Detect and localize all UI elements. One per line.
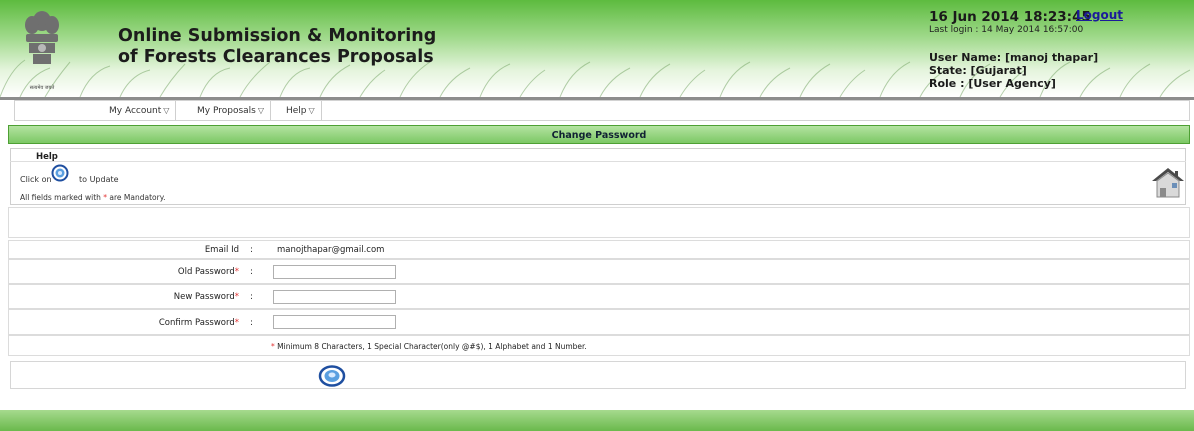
new-password-label: New Password* [173,292,239,302]
app-title-line1: Online Submission & Monitoring [118,26,437,46]
help-mandatory-note: All fields marked with * are Mandatory. [20,193,165,202]
colon: : [250,318,253,328]
menu-help-label: Help [286,106,307,116]
update-icon[interactable] [318,365,346,387]
chevron-down-icon: ▽ [308,106,315,115]
required-star: * [234,292,239,302]
menu-bar: My Account ▽ My Proposals ▽ Help ▽ [14,100,1190,121]
password-rules-text: Minimum 8 Characters, 1 Special Characte… [277,342,587,351]
user-state: State: [Gujarat] [929,64,1027,77]
old-password-row: Old Password* : [8,259,1190,284]
chevron-down-icon: ▽ [257,106,264,115]
confirm-password-row: Confirm Password* : [8,309,1190,335]
new-password-row: New Password* : [8,284,1190,309]
header: सत्यमेव जयते Online Submission & Monitor… [0,0,1194,97]
email-row: Email Id : manojthapar@gmail.com [8,240,1190,259]
spacer-row [8,207,1190,238]
section-title: Change Password [8,125,1190,144]
email-label: Email Id [204,245,239,255]
help-mandatory-prefix: All fields marked with [20,193,101,202]
required-star: * [271,342,275,351]
help-to-update-text: to Update [79,175,119,184]
logout-link[interactable]: Logout [1076,8,1123,22]
old-password-label: Old Password* [177,267,239,277]
required-star: * [234,318,239,328]
submit-row [10,361,1186,389]
chevron-down-icon: ▽ [163,106,170,115]
menu-my-account-label: My Account [109,106,162,116]
colon: : [250,292,253,302]
current-datetime: 16 Jun 2014 18:23:45 [929,9,1091,25]
confirm-password-label: Confirm Password* [158,318,239,328]
menu-my-proposals[interactable]: My Proposals ▽ [191,101,271,120]
help-mandatory-suffix: are Mandatory. [109,193,166,202]
app-title-line2: of Forests Clearances Proposals [118,47,434,67]
app-title: Online Submission & Monitoring of Forest… [118,26,436,68]
new-password-input[interactable] [273,290,396,304]
help-click-on-text: Click on [20,175,52,184]
update-icon [51,164,69,182]
footer-bar [0,410,1194,431]
colon: : [250,267,253,277]
password-rules-note: * Minimum 8 Characters, 1 Special Charac… [271,342,587,351]
help-divider [10,161,1186,162]
home-icon[interactable] [1151,166,1185,198]
email-colon: : [250,245,253,255]
user-info: User Name: [manoj thapar] State: [Gujara… [929,51,1098,90]
email-value: manojthapar@gmail.com [277,245,385,255]
old-password-input[interactable] [273,265,396,279]
emblem-icon: सत्यमेव जयते [25,11,59,91]
password-rules-row [8,335,1190,356]
required-star: * [234,267,239,277]
required-star: * [103,193,108,202]
menu-my-account[interactable]: My Account ▽ [103,101,177,120]
svg-text:सत्यमेव जयते: सत्यमेव जयते [30,84,55,91]
user-role: Role : [User Agency] [929,77,1056,90]
user-name: User Name: [manoj thapar] [929,51,1099,64]
confirm-password-input[interactable] [273,315,396,329]
last-login: Last login : 14 May 2014 16:57:00 [929,25,1084,35]
menu-my-proposals-label: My Proposals [197,106,256,116]
help-box [10,148,1186,205]
menu-help[interactable]: Help ▽ [280,101,322,120]
